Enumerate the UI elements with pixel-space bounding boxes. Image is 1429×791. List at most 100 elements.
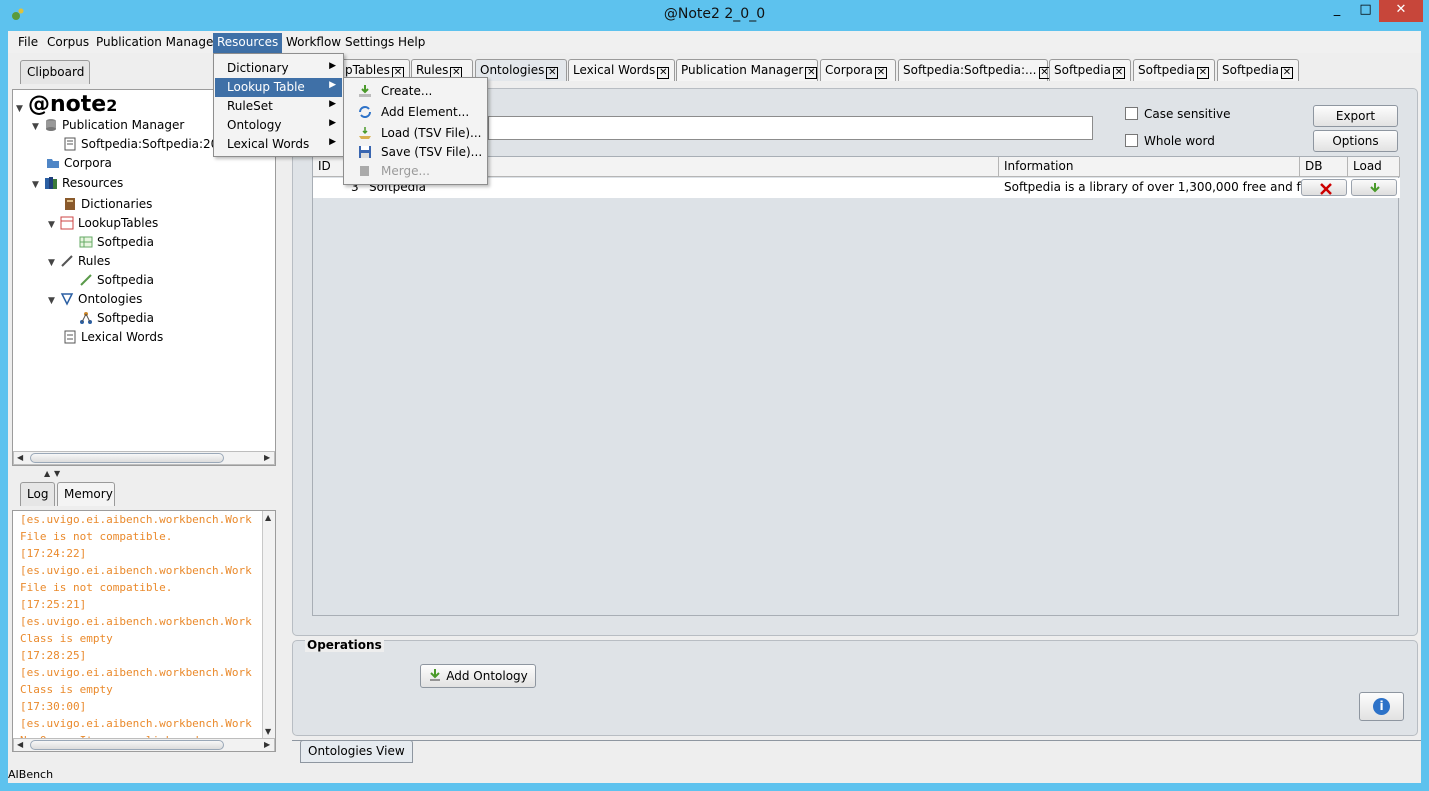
tab-publication-manager[interactable]: Publication Manager ✕ bbox=[676, 59, 818, 81]
menu-workflow[interactable]: Workflow bbox=[282, 34, 345, 52]
scroll-thumb[interactable] bbox=[30, 740, 224, 750]
db-remove-button[interactable] bbox=[1301, 179, 1347, 196]
menu-item-lexical-words[interactable]: Lexical Words ▶ bbox=[215, 135, 342, 154]
tree-item-lexical-words[interactable]: Lexical Words bbox=[63, 330, 163, 348]
tab-clipboard[interactable]: Clipboard bbox=[20, 60, 90, 84]
text-icon bbox=[64, 330, 76, 344]
export-button[interactable]: Export bbox=[1313, 105, 1398, 127]
tab-softpedia-3[interactable]: Softpedia ✕ bbox=[1217, 59, 1299, 81]
menu-item-add-element[interactable]: Add Element... bbox=[345, 103, 481, 122]
status-bar: AIBench bbox=[8, 768, 54, 781]
tree-item-ontologies[interactable]: ▼ Ontologies bbox=[48, 292, 142, 310]
close-tab-icon[interactable]: ✕ bbox=[1196, 67, 1209, 79]
tree-label: Softpedia bbox=[97, 273, 154, 287]
scroll-right-icon[interactable]: ▶ bbox=[264, 453, 270, 462]
tree-label: Publication Manager bbox=[62, 118, 185, 132]
scroll-left-icon[interactable]: ◀ bbox=[17, 453, 23, 462]
menu-settings[interactable]: Settings bbox=[341, 34, 398, 52]
close-tab-icon[interactable]: ✕ bbox=[874, 67, 887, 79]
menu-item-ontology[interactable]: Ontology ▶ bbox=[215, 116, 342, 135]
checkbox-box[interactable] bbox=[1125, 134, 1138, 147]
whole-word-checkbox[interactable]: Whole word bbox=[1125, 134, 1215, 148]
close-tab-icon[interactable]: ✕ bbox=[805, 67, 818, 79]
case-sensitive-checkbox[interactable]: Case sensitive bbox=[1125, 107, 1231, 121]
expand-icon[interactable]: ▼ bbox=[48, 258, 60, 268]
expand-icon[interactable]: ▼ bbox=[48, 220, 60, 230]
scroll-up-icon[interactable]: ▲ bbox=[265, 513, 271, 522]
tree-item-publication-manager[interactable]: ▼ Publication Manager bbox=[32, 118, 184, 136]
tab-ontologies-view[interactable]: Ontologies View bbox=[300, 740, 413, 763]
menu-item-save-tsv[interactable]: Save (TSV File)... bbox=[345, 143, 494, 162]
tab-softpedia-2[interactable]: Softpedia ✕ bbox=[1133, 59, 1215, 81]
operations-panel bbox=[292, 640, 1418, 736]
log-vscrollbar[interactable]: ▲ ▼ bbox=[262, 511, 275, 739]
load-button[interactable] bbox=[1351, 179, 1397, 196]
scroll-thumb[interactable] bbox=[30, 453, 224, 463]
checkbox-box[interactable] bbox=[1125, 107, 1138, 120]
split-handle[interactable]: ▲ ▼ bbox=[44, 469, 244, 478]
scroll-right-icon[interactable]: ▶ bbox=[264, 740, 270, 749]
log-line: [es.uvigo.ei.aibench.workbench.Work bbox=[20, 564, 252, 577]
scroll-down-icon[interactable]: ▼ bbox=[265, 727, 271, 736]
submenu-arrow-icon: ▶ bbox=[329, 80, 336, 90]
column-header-load[interactable]: Load bbox=[1348, 157, 1400, 177]
add-ontology-button[interactable]: Add Ontology bbox=[420, 664, 536, 688]
expand-icon[interactable]: ▼ bbox=[48, 296, 60, 306]
info-button[interactable]: i bbox=[1359, 692, 1404, 721]
menu-item-dictionary[interactable]: Dictionary ▶ bbox=[215, 59, 342, 78]
expand-icon[interactable]: ▼ bbox=[32, 122, 44, 132]
tab-log[interactable]: Log bbox=[20, 482, 55, 506]
scroll-left-icon[interactable]: ◀ bbox=[17, 740, 23, 749]
tree-item-lookuptables[interactable]: ▼ LookupTables bbox=[48, 216, 158, 234]
tree-root[interactable]: ▼ @note2 bbox=[16, 92, 117, 117]
expand-icon[interactable]: ▼ bbox=[32, 180, 44, 190]
tree-item-softpedia-lookup[interactable]: Softpedia bbox=[79, 235, 154, 253]
menu-help[interactable]: Help bbox=[394, 34, 429, 52]
menu-item-lookup-table[interactable]: Lookup Table ▶ bbox=[215, 78, 342, 97]
tree-item-dictionaries[interactable]: Dictionaries bbox=[63, 197, 152, 215]
tree-item-resources[interactable]: ▼ Resources bbox=[32, 176, 123, 194]
close-tab-icon[interactable]: ✕ bbox=[1112, 67, 1125, 79]
tab-softpedia-1[interactable]: Softpedia ✕ bbox=[1049, 59, 1131, 81]
tree-item-softpedia-pub[interactable]: Softpedia:Softpedia:2013 bbox=[63, 137, 234, 155]
menu-item-label: Save (TSV File)... bbox=[381, 145, 483, 159]
search-input[interactable] bbox=[488, 116, 1093, 140]
options-button[interactable]: Options bbox=[1313, 130, 1398, 152]
menu-resources[interactable]: Resources bbox=[213, 33, 283, 53]
menu-item-label: Lookup Table bbox=[227, 80, 305, 94]
tree-hscrollbar[interactable]: ◀ ▶ bbox=[13, 451, 275, 465]
close-tab-icon[interactable]: ✕ bbox=[546, 67, 559, 79]
tree-item-corpora[interactable]: Corpora bbox=[46, 156, 112, 174]
menu-item-load-tsv[interactable]: Load (TSV File)... bbox=[345, 124, 493, 143]
tab-label: Corpora bbox=[825, 63, 873, 77]
collapse-down-icon[interactable]: ▼ bbox=[54, 469, 60, 478]
panel-divider[interactable] bbox=[283, 55, 291, 771]
menu-item-create[interactable]: Create... bbox=[345, 82, 444, 101]
menu-corpus[interactable]: Corpus bbox=[43, 34, 93, 52]
tree-item-softpedia-onto[interactable]: Softpedia bbox=[79, 311, 154, 329]
close-tab-icon[interactable]: ✕ bbox=[657, 67, 670, 79]
expand-icon[interactable]: ▼ bbox=[16, 104, 28, 114]
maximize-button[interactable]: □ bbox=[1352, 0, 1379, 22]
column-header-information[interactable]: Information bbox=[999, 157, 1300, 177]
tab-softpedia-softpedia[interactable]: Softpedia:Softpedia:... ✕ bbox=[898, 59, 1051, 81]
menu-item-label: Lexical Words bbox=[227, 137, 310, 151]
tab-lexical-words[interactable]: Lexical Words ✕ bbox=[568, 59, 675, 81]
tab-memory[interactable]: Memory bbox=[57, 482, 115, 506]
close-button[interactable]: ✕ bbox=[1379, 0, 1423, 22]
log-hscrollbar[interactable]: ◀ ▶ bbox=[13, 738, 275, 751]
menu-publication-manager[interactable]: Publication Manager bbox=[92, 34, 222, 52]
tree-item-rules[interactable]: ▼ Rules bbox=[48, 254, 110, 272]
close-tab-icon[interactable]: ✕ bbox=[1280, 67, 1293, 79]
ontology-icon bbox=[60, 293, 74, 306]
column-header-db[interactable]: DB bbox=[1300, 157, 1348, 177]
menu-item-merge[interactable]: Merge... bbox=[345, 162, 442, 181]
menu-item-ruleset[interactable]: RuleSet ▶ bbox=[215, 97, 342, 116]
refresh-icon bbox=[359, 106, 371, 118]
tree-item-softpedia-rules[interactable]: Softpedia bbox=[79, 273, 154, 291]
tab-ontologies[interactable]: Ontologies ✕ bbox=[475, 59, 567, 81]
minimize-button[interactable]: _ bbox=[1322, 0, 1352, 22]
collapse-up-icon[interactable]: ▲ bbox=[44, 469, 50, 478]
menu-file[interactable]: File bbox=[14, 34, 42, 52]
tab-corpora[interactable]: Corpora ✕ bbox=[820, 59, 896, 81]
